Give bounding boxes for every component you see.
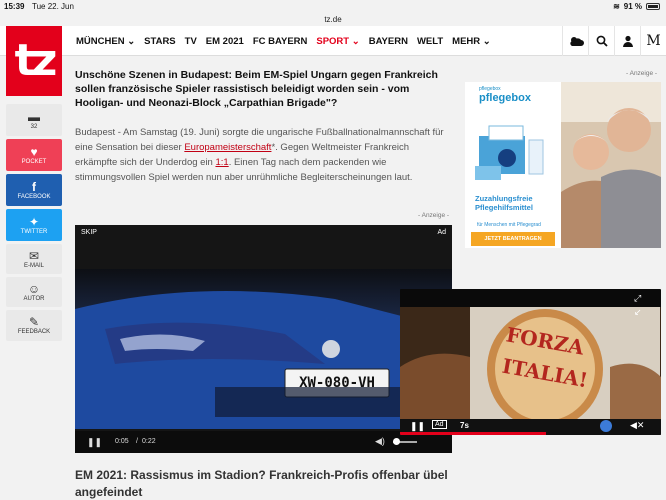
battery-icon (646, 3, 660, 10)
right-ad-label: - Anzeige - (626, 70, 658, 77)
pflegebox-panel: pflegebox pflegebox Zuzahlungsfreie Pfle… (465, 82, 561, 248)
pocket-label: POCKET (21, 158, 47, 165)
nav-menu: MÜNCHEN ⌄ STARS TV EM 2021 FC BAYERN SPORT ⌄ B… (76, 36, 500, 47)
m-icon[interactable]: M (640, 26, 666, 56)
email-icon: ✉ (28, 248, 40, 263)
twitter-label: TWITTER (20, 228, 48, 235)
nav-item-5[interactable]: SPORT ⌄ (316, 36, 359, 47)
pocket-button[interactable]: ♥ POCKET (6, 139, 62, 171)
pip-ad-badge: Ad (432, 420, 447, 429)
status-time: 15:39 (4, 2, 25, 11)
pflegebox-product-image (475, 125, 544, 180)
pip-progress-bar (400, 432, 547, 435)
pip-video-frame: FORZA ITALIA! (400, 307, 661, 429)
pip-pause-button[interactable]: ❚❚ (410, 421, 425, 432)
search-icon[interactable] (588, 26, 614, 56)
play-pause-button[interactable]: ❚❚ (87, 437, 102, 448)
user-icon[interactable] (614, 26, 640, 56)
car-illustration (75, 291, 452, 429)
next-article-headline[interactable]: EM 2021: Rassismus im Stadion? Frankreic… (75, 467, 453, 500)
url-bar[interactable]: tz.de (0, 15, 666, 26)
pip-expand-icon[interactable]: ⤢ (634, 293, 641, 304)
video-frame: XW-080-VH (75, 269, 452, 429)
license-plate: XW-080-VH (299, 375, 375, 391)
nav-item-4[interactable]: FC BAYERN (253, 36, 308, 47)
comment-icon: ▬ (28, 109, 40, 124)
nav-icons: M (562, 26, 666, 56)
status-bar: 15:39 Tue 22. Jun ≋ 91 % (0, 0, 666, 15)
author-button[interactable]: ☺ AUTOR (6, 277, 62, 307)
nav-item-8[interactable]: MEHR ⌄ (452, 36, 491, 47)
feedback-button[interactable]: ✎ FEEDBACK (6, 310, 62, 341)
nav-item-3[interactable]: EM 2021 (206, 36, 244, 47)
facebook-label: FACEBOOK (17, 193, 51, 200)
facebook-button[interactable]: f FACEBOOK (6, 174, 62, 206)
nav-item-6[interactable]: BAYERN (369, 36, 408, 47)
video-time-sep: / (136, 438, 138, 445)
elderly-couple-photo (561, 82, 661, 248)
article-header: Unschöne Szenen in Budapest: Beim EM-Spi… (75, 68, 453, 110)
article-headline: Unschöne Szenen in Budapest: Beim EM-Spi… (75, 69, 438, 109)
status-right: ≋ 91 % (613, 2, 660, 11)
comments-count: 32 (30, 123, 38, 130)
nav-item-1[interactable]: STARS (144, 36, 176, 47)
skip-button[interactable]: SKIP (81, 229, 97, 236)
author-avatar-icon: ☺ (27, 281, 41, 296)
nav-item-2[interactable]: TV (185, 36, 197, 47)
pocket-icon: ♥ (30, 144, 38, 159)
wifi-icon: ≋ (613, 2, 620, 11)
twitter-icon: ✦ (28, 214, 40, 229)
nav-item-7[interactable]: WELT (417, 36, 443, 47)
pip-mute-icon[interactable]: ◀✕ (630, 420, 644, 431)
video-time-current: 0:05 (115, 438, 129, 445)
ad-label: Ad (437, 229, 446, 236)
article-teaser: Budapest - Am Samstag (19. Juni) sorgte … (75, 125, 453, 185)
logo-text: tz (14, 35, 58, 86)
author-label: AUTOR (23, 295, 45, 302)
video-ad-label: - Anzeige - (418, 212, 450, 219)
battery-label: 91 % (623, 2, 642, 11)
video-time-total: 0:22 (142, 438, 156, 445)
video-topbar: SKIP Ad (75, 225, 452, 241)
apply-now-button[interactable]: JETZT BEANTRAGEN (471, 232, 555, 246)
nav-item-0[interactable]: MÜNCHEN ⌄ (76, 36, 135, 47)
email-button[interactable]: ✉ E-MAIL (6, 244, 62, 274)
volume-icon[interactable]: ◀) (375, 436, 385, 447)
europameisterschaft-link[interactable]: Europameisterschaft (184, 142, 271, 153)
feedback-icon: ✎ (28, 315, 40, 329)
euro2020-logo (600, 420, 612, 432)
video-controls: ❚❚ 0:05 / 0:22 ◀) (75, 431, 452, 453)
pflegebox-subline: für Menschen mit Pflegegrad (477, 222, 541, 228)
weather-icon[interactable] (562, 26, 588, 56)
facebook-icon: f (32, 179, 36, 194)
pip-collapse-icon[interactable]: ↙ (634, 307, 642, 318)
email-label: E-MAIL (23, 262, 44, 269)
floating-video-player[interactable]: ⤢ ↙ FORZA ITALIA! ❚❚ Ad 7s ◀✕ (400, 289, 661, 435)
status-date: Tue 22. Jun (32, 2, 74, 11)
score-link[interactable]: 1:1 (215, 157, 228, 168)
pip-countdown: 7s (460, 421, 469, 430)
volume-knob (393, 438, 400, 445)
video-player[interactable]: SKIP Ad XW-080-VH ❚❚ 0:05 / 0:22 ◀) (75, 225, 452, 453)
pflegebox-tagline: Zuzahlungsfreie Pflegehilfsmittel (475, 194, 533, 212)
comments-button[interactable]: ▬ 32 (6, 104, 62, 136)
twitter-button[interactable]: ✦ TWITTER (6, 209, 62, 241)
tz-logo[interactable]: tz (6, 26, 62, 96)
pflegebox-brand: pflegebox (479, 92, 531, 104)
main-navbar: MÜNCHEN ⌄ STARS TV EM 2021 FC BAYERN SPORT ⌄ B… (0, 26, 666, 56)
pflegebox-ad[interactable]: pflegebox pflegebox Zuzahlungsfreie Pfle… (465, 82, 661, 248)
feedback-label: FEEDBACK (17, 329, 51, 335)
